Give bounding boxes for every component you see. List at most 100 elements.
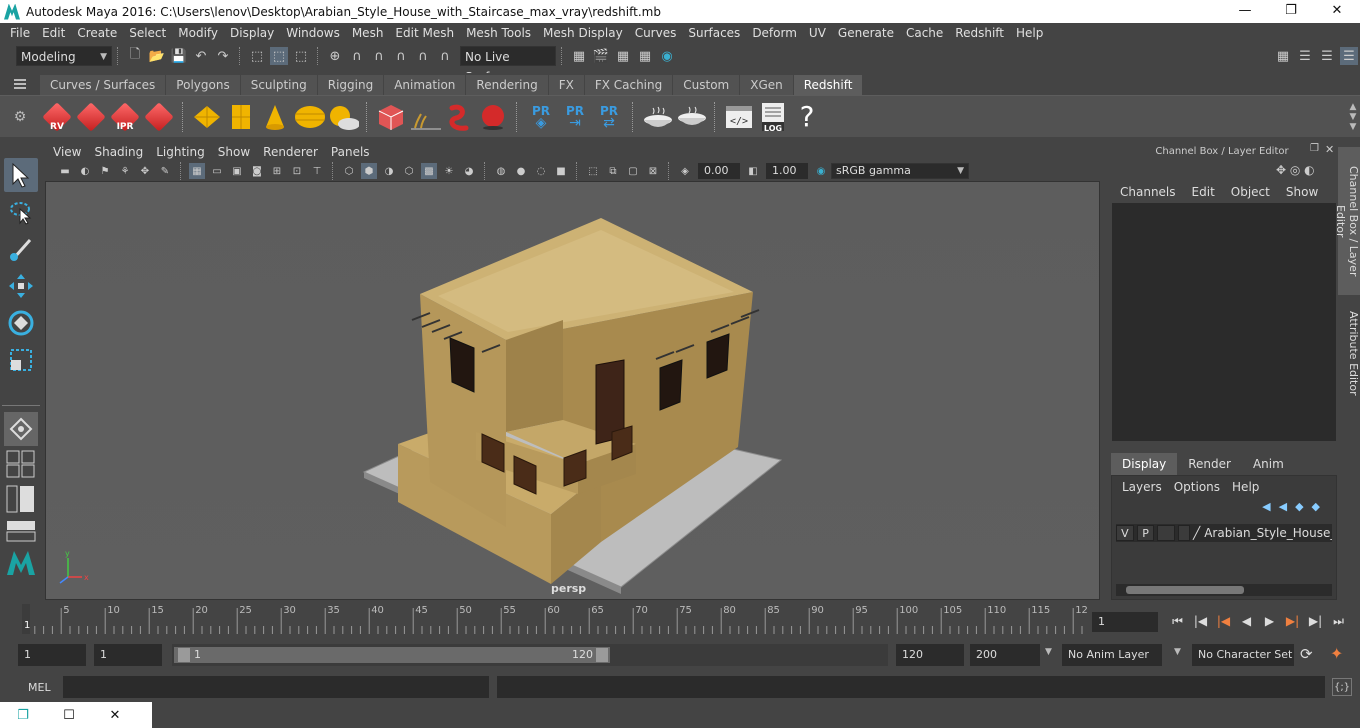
- wireframe-on-shaded-icon[interactable]: ⬡: [401, 163, 417, 179]
- ipr-render-icon[interactable]: ▦: [614, 47, 632, 65]
- snap-curve-icon[interactable]: ∩: [348, 47, 366, 65]
- layer-scrollbar[interactable]: [1116, 584, 1332, 596]
- shelf-scroll-icon[interactable]: ▲ ▼ ▼: [1346, 102, 1360, 132]
- snap-view-plane-icon[interactable]: ∩: [392, 47, 410, 65]
- field-chart-icon[interactable]: ⊞: [269, 163, 285, 179]
- animation-end-field[interactable]: 200: [970, 644, 1040, 666]
- paint-select-tool[interactable]: [4, 232, 38, 266]
- manipulator-icons[interactable]: ✥ ◎ ◐: [1276, 163, 1315, 177]
- character-set-field[interactable]: No Character Set: [1192, 644, 1294, 666]
- layer-color-swatch[interactable]: [1178, 525, 1190, 541]
- command-input[interactable]: [63, 676, 489, 698]
- cb-menu-edit[interactable]: Edit: [1192, 185, 1215, 199]
- outliner-layout-button[interactable]: [4, 482, 38, 516]
- panel-menu-show[interactable]: Show: [218, 145, 257, 159]
- menu-select[interactable]: Select: [123, 26, 172, 40]
- go-to-start-button[interactable]: ⏮: [1166, 611, 1189, 631]
- tab-display[interactable]: Display: [1111, 453, 1178, 475]
- render-settings-icon[interactable]: ▦: [570, 47, 588, 65]
- move-tool[interactable]: [4, 269, 38, 303]
- workspace-icon[interactable]: ▦: [1274, 47, 1292, 65]
- smooth-shade-icon[interactable]: ⬢: [361, 163, 377, 179]
- save-scene-icon[interactable]: 💾: [170, 47, 188, 65]
- auto-key-icon[interactable]: ⟳: [1300, 645, 1313, 663]
- snap-surface-icon[interactable]: ∩: [436, 47, 454, 65]
- maximize-button[interactable]: ❐: [1268, 0, 1314, 23]
- perspective-viewport[interactable]: y x persp: [45, 181, 1100, 600]
- menu-mesh[interactable]: Mesh: [346, 26, 390, 40]
- make-live-icon[interactable]: ∩: [414, 47, 432, 65]
- select-hierarchy-icon[interactable]: ⬚: [248, 47, 266, 65]
- script-editor-button[interactable]: {;}: [1332, 678, 1352, 696]
- menu-redshift[interactable]: Redshift: [949, 26, 1010, 40]
- tab-anim[interactable]: Anim: [1242, 453, 1295, 475]
- bookmark-icon[interactable]: ⚑: [97, 163, 113, 179]
- menu-deform[interactable]: Deform: [746, 26, 803, 40]
- le-menu-options[interactable]: Options: [1174, 480, 1220, 494]
- menu-uv[interactable]: UV: [803, 26, 832, 40]
- depth-of-field-icon[interactable]: ■: [553, 163, 569, 179]
- maya-home-button[interactable]: [4, 546, 38, 580]
- range-end-handle[interactable]: [596, 648, 608, 662]
- panel-menu-view[interactable]: View: [53, 145, 88, 159]
- redshift-portal-light-button[interactable]: [225, 100, 257, 134]
- close-window-icon[interactable]: ✕: [92, 708, 138, 723]
- modeling-toolkit-icon[interactable]: ☰: [1296, 47, 1314, 65]
- step-forward-key-button[interactable]: ▶|: [1281, 611, 1304, 631]
- tab-custom[interactable]: Custom: [673, 75, 740, 95]
- live-surface-field[interactable]: No Live Surface: [460, 46, 556, 84]
- panel-menu-shading[interactable]: Shading: [94, 145, 150, 159]
- shelf-settings-gear-icon[interactable]: ⚙: [0, 109, 40, 125]
- layer-action-icons[interactable]: ◀◀◆◆: [1262, 500, 1328, 513]
- attribute-editor-toggle-icon[interactable]: ☰: [1318, 47, 1336, 65]
- redshift-material-button[interactable]: [641, 100, 673, 134]
- camera-attributes-icon[interactable]: ◐: [77, 163, 93, 179]
- view-transform-dropdown[interactable]: sRGB gamma ▼: [831, 163, 969, 179]
- redshift-ipr-button[interactable]: IPR: [109, 100, 141, 134]
- cb-menu-channels[interactable]: Channels: [1120, 185, 1176, 199]
- redshift-render-batch-button[interactable]: [75, 100, 107, 134]
- minimize-button[interactable]: —: [1222, 0, 1268, 23]
- image-plane-icon[interactable]: ⚘: [117, 163, 133, 179]
- redshift-pr-export-button[interactable]: PR ⇥: [559, 100, 591, 134]
- tab-render[interactable]: Render: [1177, 453, 1242, 475]
- shelf-menu-icon[interactable]: [0, 73, 40, 95]
- tab-polygons[interactable]: Polygons: [166, 75, 240, 95]
- side-tab-channel-box[interactable]: Channel Box / Layer Editor: [1334, 147, 1360, 295]
- lasso-tool[interactable]: [4, 195, 38, 229]
- redshift-pr-mesh-button[interactable]: PR ◈: [525, 100, 557, 134]
- tab-sculpting[interactable]: Sculpting: [240, 75, 317, 95]
- rotate-tool[interactable]: [4, 306, 38, 340]
- exposure-field[interactable]: 0.00: [698, 163, 740, 179]
- snap-point-icon[interactable]: ∩: [370, 47, 388, 65]
- channel-box-toggle-icon[interactable]: ☰: [1340, 47, 1358, 65]
- tab-rendering[interactable]: Rendering: [466, 75, 548, 95]
- go-to-end-button[interactable]: ⏭: [1327, 611, 1350, 631]
- safe-action-icon[interactable]: ⊡: [289, 163, 305, 179]
- menu-help[interactable]: Help: [1010, 26, 1049, 40]
- menu-create[interactable]: Create: [71, 26, 123, 40]
- redshift-help-button[interactable]: ?: [791, 100, 823, 134]
- panel-float-icon[interactable]: ❐: [1310, 143, 1319, 154]
- redshift-volume-button[interactable]: [443, 100, 475, 134]
- close-button[interactable]: ✕: [1314, 0, 1360, 23]
- undo-icon[interactable]: ↶: [192, 47, 210, 65]
- time-slider[interactable]: 5 10 15 20 25 30 35 40 45 50 55 60 65 70 75 80 85 90 95 100…: [18, 604, 1088, 634]
- step-forward-frame-button[interactable]: ▶|: [1304, 611, 1327, 631]
- render-view-icon[interactable]: ▦: [636, 47, 654, 65]
- panel-menu-panels[interactable]: Panels: [331, 145, 377, 159]
- gate-mask-icon[interactable]: ◙: [249, 163, 265, 179]
- animation-preferences-icon[interactable]: ✦: [1330, 644, 1343, 663]
- grid-icon[interactable]: ▦: [189, 163, 205, 179]
- wireframe-icon[interactable]: ⬡: [341, 163, 357, 179]
- menu-cache[interactable]: Cache: [900, 26, 949, 40]
- motion-blur-icon[interactable]: ●: [513, 163, 529, 179]
- gamma-field[interactable]: 1.00: [766, 163, 808, 179]
- scale-tool[interactable]: [4, 343, 38, 377]
- scrollbar-thumb[interactable]: [1126, 586, 1244, 594]
- tab-fx[interactable]: FX: [548, 75, 584, 95]
- script-language-toggle[interactable]: MEL: [28, 681, 51, 694]
- redshift-log-button[interactable]: LOG: [757, 100, 789, 134]
- menu-generate[interactable]: Generate: [832, 26, 900, 40]
- 2d-pan-zoom-icon[interactable]: ✥: [137, 163, 153, 179]
